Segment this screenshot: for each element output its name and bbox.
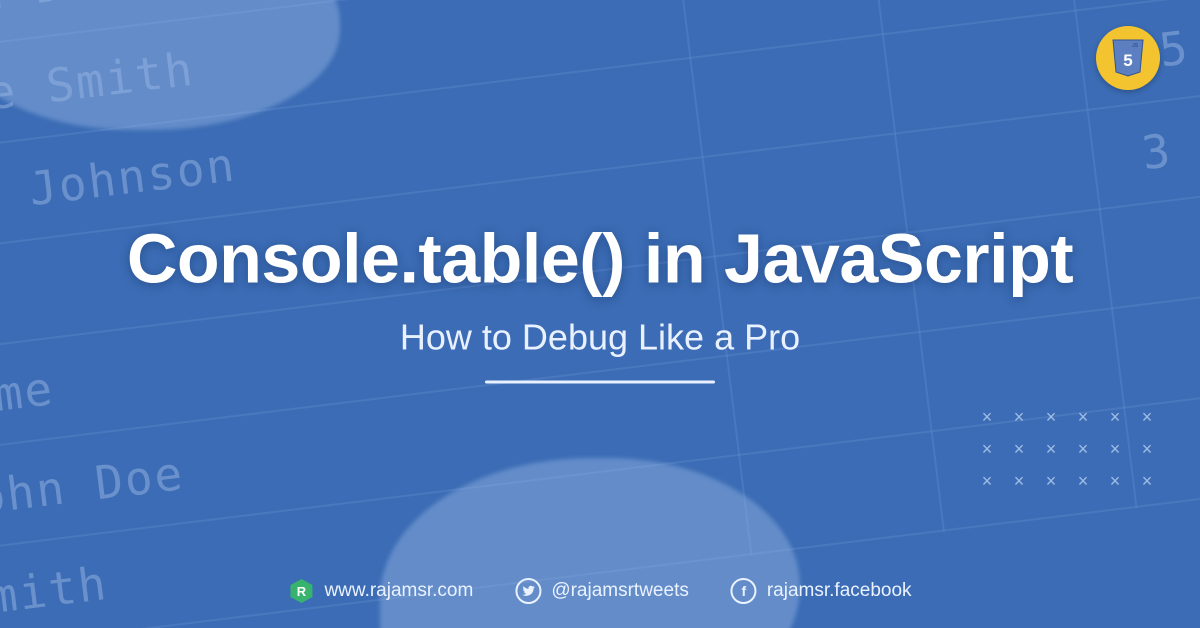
bg-cell: John Doe: [0, 356, 739, 558]
html5-shield-icon: 5 JS: [1110, 38, 1146, 78]
svg-text:5: 5: [1123, 51, 1132, 70]
bg-cell: John Doe: [0, 0, 678, 61]
subtitle-underline: [485, 381, 715, 384]
twitter-text: @rajamsrtweets: [551, 580, 689, 602]
bg-cell: Jane Smith: [0, 0, 690, 160]
cross-grid-decor: ×××××× ×××××× ××××××: [974, 408, 1160, 498]
footer-links: R www.rajamsr.com @rajamsrtweets f rajam…: [288, 578, 911, 604]
js-badge: 5 JS: [1096, 26, 1160, 90]
bg-header-age: age: [1063, 0, 1200, 11]
svg-text:JS: JS: [1132, 43, 1139, 49]
facebook-icon: f: [731, 578, 757, 604]
blob-decor: [0, 0, 340, 130]
facebook-text: rajamsr.facebook: [767, 580, 912, 602]
svg-text:R: R: [297, 584, 307, 599]
page-title: Console.table() in JavaScript: [70, 219, 1130, 299]
promo-banner: John Doe Jane Smith age Bob Johnson 25 3…: [0, 0, 1200, 628]
facebook-link[interactable]: f rajamsr.facebook: [731, 578, 912, 604]
hero-text: Console.table() in JavaScript How to Deb…: [70, 219, 1130, 384]
website-text: www.rajamsr.com: [324, 580, 473, 602]
page-subtitle: How to Debug Like a Pro: [70, 317, 1130, 359]
brand-logo-icon: R: [288, 578, 314, 604]
twitter-icon: [515, 578, 541, 604]
twitter-link[interactable]: @rajamsrtweets: [515, 578, 689, 604]
website-link[interactable]: R www.rajamsr.com: [288, 578, 473, 604]
